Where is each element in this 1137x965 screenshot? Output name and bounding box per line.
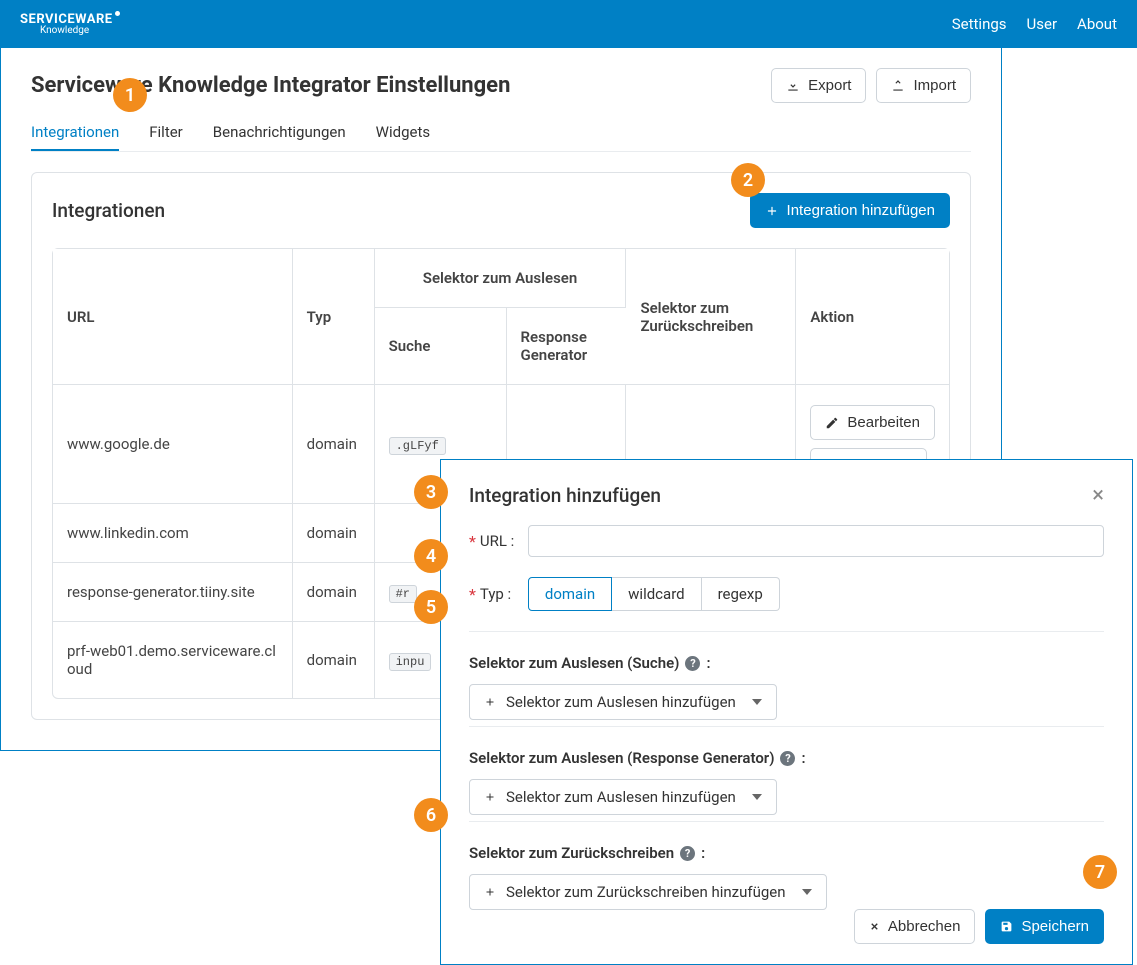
- plus-icon: [484, 791, 496, 803]
- section-label-write: Selektor zum Zurückschreiben ? :: [469, 844, 1104, 862]
- add-read-selector-label: Selektor zum Auslesen hinzufügen: [506, 788, 736, 806]
- import-button[interactable]: Import: [876, 68, 971, 103]
- dialog-title: Integration hinzufügen: [469, 484, 661, 507]
- add-read-selector-rg-button[interactable]: Selektor zum Auslesen hinzufügen: [469, 779, 777, 815]
- type-wildcard[interactable]: wildcard: [612, 577, 701, 611]
- selector-tag: #r: [389, 585, 417, 603]
- cell-type: domain: [293, 504, 375, 563]
- close-icon[interactable]: ×: [1092, 485, 1104, 507]
- cancel-label: Abbrechen: [888, 918, 961, 935]
- cell-type: domain: [293, 622, 375, 698]
- type-row: * Typ : domain wildcard regexp: [469, 577, 1104, 611]
- section-label-read-search: Selektor zum Auslesen (Suche) ? :: [469, 654, 1104, 672]
- save-button[interactable]: Speichern: [985, 909, 1104, 944]
- add-write-selector-label: Selektor zum Zurückschreiben hinzufügen: [506, 883, 786, 901]
- section-label-read-rg: Selektor zum Auslesen (Response Generato…: [469, 749, 1104, 767]
- required-marker: *: [469, 585, 476, 604]
- col-action: Aktion: [796, 249, 949, 385]
- cell-url: www.linkedin.com: [53, 504, 293, 563]
- help-icon[interactable]: ?: [780, 751, 795, 766]
- chevron-down-icon: [752, 794, 762, 800]
- cell-url: www.google.de: [53, 385, 293, 504]
- cell-url: prf-web01.demo.serviceware.cloud: [53, 622, 293, 698]
- tabs: Integrationen Filter Benachrichtigungen …: [31, 115, 971, 152]
- url-input[interactable]: [528, 525, 1104, 557]
- save-icon: [1000, 920, 1013, 933]
- cancel-button[interactable]: Abbrechen: [854, 909, 976, 944]
- help-icon[interactable]: ?: [680, 846, 695, 861]
- top-header: SERVICEWARE Knowledge Settings User Abou…: [0, 0, 1137, 48]
- annotation-5: 5: [414, 590, 448, 624]
- cell-type: domain: [293, 563, 375, 622]
- dialog-header: Integration hinzufügen ×: [469, 484, 1104, 507]
- selector-tag: inpu: [389, 653, 432, 671]
- plus-icon: [484, 696, 496, 708]
- save-label: Speichern: [1021, 918, 1089, 935]
- link-settings[interactable]: Settings: [952, 15, 1007, 33]
- page-title-row: Serviceware Knowledge Integrator Einstel…: [31, 68, 971, 103]
- col-selector-read: Selektor zum Auslesen: [375, 249, 627, 308]
- edit-button[interactable]: Bearbeiten: [810, 405, 935, 440]
- section-read-rg: Selektor zum Auslesen (Response Generato…: [469, 726, 1104, 815]
- edit-label: Bearbeiten: [847, 414, 920, 431]
- download-icon: [786, 79, 800, 93]
- col-selector-write: Selektor zum Zurückschreiben: [626, 249, 796, 385]
- x-icon: [869, 921, 880, 932]
- plus-icon: [484, 886, 496, 898]
- col-rg: Response Generator: [507, 308, 627, 385]
- logo-main-text: SERVICEWARE: [20, 13, 120, 26]
- dialog-footer: Abbrechen Speichern: [854, 909, 1104, 944]
- col-type: Typ: [293, 249, 375, 385]
- add-integration-dialog: Integration hinzufügen × * URL : * Typ :…: [440, 459, 1133, 965]
- annotation-2: 2: [731, 163, 765, 197]
- upload-icon: [891, 79, 905, 93]
- cell-url: response-generator.tiiny.site: [53, 563, 293, 622]
- url-label: URL :: [480, 532, 528, 550]
- type-regexp[interactable]: regexp: [702, 577, 780, 611]
- logo-sub-text: Knowledge: [40, 26, 120, 36]
- link-user[interactable]: User: [1027, 15, 1058, 33]
- section-write: Selektor zum Zurückschreiben ? : Selekto…: [469, 821, 1104, 910]
- add-write-selector-button[interactable]: Selektor zum Zurückschreiben hinzufügen: [469, 874, 827, 910]
- col-url: URL: [53, 249, 293, 385]
- export-button-label: Export: [808, 77, 851, 94]
- link-about[interactable]: About: [1077, 15, 1117, 33]
- export-button[interactable]: Export: [771, 68, 866, 103]
- annotation-6: 6: [414, 798, 448, 832]
- chevron-down-icon: [752, 699, 762, 705]
- edit-icon: [825, 416, 839, 430]
- add-integration-label: Integration hinzufügen: [787, 202, 935, 219]
- tab-filter[interactable]: Filter: [149, 115, 183, 151]
- col-search: Suche: [375, 308, 507, 385]
- panel-title: Integrationen: [52, 199, 165, 222]
- panel-header: Integrationen Integration hinzufügen: [52, 193, 950, 228]
- cell-type: domain: [293, 385, 375, 504]
- plus-icon: [765, 204, 779, 218]
- type-label: Typ :: [480, 585, 528, 603]
- logo: SERVICEWARE Knowledge: [20, 13, 120, 36]
- tab-notifications[interactable]: Benachrichtigungen: [213, 115, 346, 151]
- section-read-search: Selektor zum Auslesen (Suche) ? : Selekt…: [469, 631, 1104, 720]
- annotation-7: 7: [1083, 855, 1117, 889]
- required-marker: *: [469, 532, 476, 551]
- annotation-3: 3: [414, 475, 448, 509]
- header-links: Settings User About: [952, 15, 1117, 33]
- add-read-selector-label: Selektor zum Auslesen hinzufügen: [506, 693, 736, 711]
- type-domain[interactable]: domain: [528, 577, 612, 611]
- tab-widgets[interactable]: Widgets: [376, 115, 430, 151]
- tab-integrations[interactable]: Integrationen: [31, 115, 119, 151]
- help-icon[interactable]: ?: [685, 656, 700, 671]
- add-integration-button[interactable]: Integration hinzufügen: [750, 193, 950, 228]
- import-export-actions: Export Import: [771, 68, 971, 103]
- import-button-label: Import: [913, 77, 956, 94]
- type-group: domain wildcard regexp: [528, 577, 780, 611]
- selector-tag: .gLFyf: [389, 437, 446, 455]
- annotation-4: 4: [414, 539, 448, 573]
- annotation-1: 1: [113, 78, 147, 112]
- chevron-down-icon: [802, 889, 812, 895]
- url-row: * URL :: [469, 525, 1104, 557]
- page-title: Serviceware Knowledge Integrator Einstel…: [31, 73, 510, 98]
- add-read-selector-search-button[interactable]: Selektor zum Auslesen hinzufügen: [469, 684, 777, 720]
